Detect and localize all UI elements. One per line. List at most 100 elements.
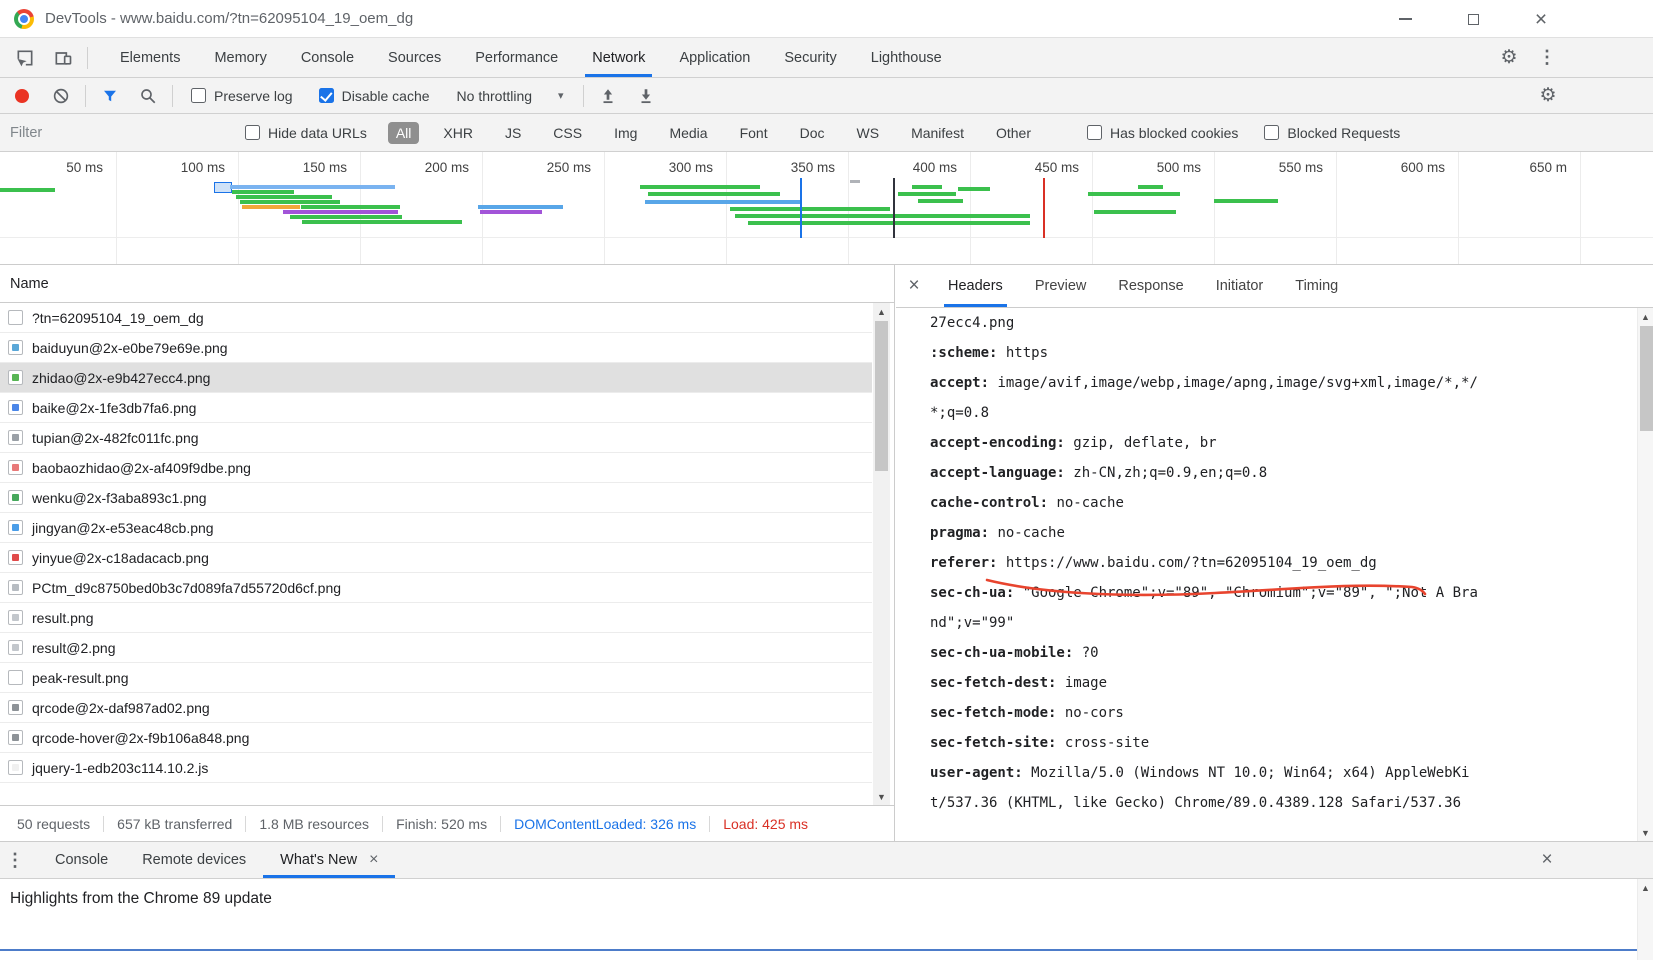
filter-type-other[interactable]: Other xyxy=(988,122,1039,144)
tab-console[interactable]: Console xyxy=(284,38,371,77)
filter-type-manifest[interactable]: Manifest xyxy=(903,122,972,144)
drawer-tab-console[interactable]: Console xyxy=(38,842,125,878)
request-row[interactable]: ?tn=62095104_19_oem_dg xyxy=(0,303,872,333)
drawer-scrollbar[interactable] xyxy=(1637,879,1653,960)
drawer-tab-remote-devices[interactable]: Remote devices xyxy=(125,842,263,878)
request-row[interactable]: peak-result.png xyxy=(0,663,872,693)
name-column-header[interactable]: Name xyxy=(0,265,894,303)
has-blocked-cookies-checkbox[interactable]: Has blocked cookies xyxy=(1087,125,1238,141)
header-name: user-agent: xyxy=(930,765,1032,781)
drawer-menu-icon[interactable] xyxy=(0,842,30,878)
inspect-cursor-icon xyxy=(17,50,33,66)
detail-tab-timing[interactable]: Timing xyxy=(1279,265,1354,307)
tab-application[interactable]: Application xyxy=(662,38,767,77)
request-row[interactable]: PCtm_d9c8750bed0b3c7d089fa7d55720d6cf.pn… xyxy=(0,573,872,603)
tab-lighthouse[interactable]: Lighthouse xyxy=(854,38,959,77)
request-row[interactable]: yinyue@2x-c18adacacb.png xyxy=(0,543,872,573)
network-settings-gear-icon[interactable] xyxy=(1533,78,1563,113)
request-row[interactable]: qrcode@2x-daf987ad02.png xyxy=(0,693,872,723)
filter-type-xhr[interactable]: XHR xyxy=(435,122,481,144)
detail-tab-initiator[interactable]: Initiator xyxy=(1200,265,1280,307)
filter-type-all[interactable]: All xyxy=(387,121,420,144)
window-minimize-button[interactable] xyxy=(1382,0,1428,38)
detail-tab-headers[interactable]: Headers xyxy=(932,265,1019,307)
close-details-button[interactable] xyxy=(900,265,928,307)
request-row[interactable]: baiduyun@2x-e0be79e69e.png xyxy=(0,333,872,363)
timeline-tick-label: 100 ms xyxy=(180,160,225,175)
drawer-tab-label: Remote devices xyxy=(142,852,247,868)
waterfall-overview[interactable]: 50 ms 100 ms 150 ms 200 ms 250 ms 300 ms 350 m… xyxy=(0,152,1653,265)
tab-sources[interactable]: Sources xyxy=(371,38,458,77)
scroll-down-icon[interactable] xyxy=(1638,824,1653,841)
request-row[interactable]: tupian@2x-482fc011fc.png xyxy=(0,423,872,453)
filter-type-font[interactable]: Font xyxy=(732,122,776,144)
scrollbar-thumb[interactable] xyxy=(875,321,888,471)
request-row[interactable]: baike@2x-1fe3db7fa6.png xyxy=(0,393,872,423)
waterfall-bar xyxy=(1214,199,1278,203)
inspect-element-button[interactable] xyxy=(11,44,39,72)
scroll-up-icon[interactable] xyxy=(1638,308,1653,325)
import-har-button[interactable] xyxy=(594,82,622,110)
filter-type-css[interactable]: CSS xyxy=(545,122,590,144)
filter-type-ws[interactable]: WS xyxy=(849,122,888,144)
throttling-select[interactable]: No throttling ▾ xyxy=(457,88,564,104)
request-row[interactable]: wenku@2x-f3aba893c1.png xyxy=(0,483,872,513)
filter-type-media[interactable]: Media xyxy=(661,122,715,144)
close-icon[interactable]: × xyxy=(369,851,378,869)
header-value: gzip, deflate, br xyxy=(1073,435,1217,451)
disable-cache-checkbox[interactable]: Disable cache xyxy=(318,88,430,104)
drawer-tab-what-s-new[interactable]: What's New × xyxy=(263,842,396,878)
drawer-tab-label: Console xyxy=(55,852,109,868)
request-name: jquery-1-edb203c114.10.2.js xyxy=(32,759,209,776)
request-row[interactable]: result.png xyxy=(0,603,872,633)
blocked-requests-checkbox[interactable]: Blocked Requests xyxy=(1264,125,1400,141)
preserve-log-checkbox[interactable]: Preserve log xyxy=(191,88,293,104)
request-name: peak-result.png xyxy=(32,669,129,686)
request-name: PCtm_d9c8750bed0b3c7d089fa7d55720d6cf.pn… xyxy=(32,579,342,596)
device-toolbar-button[interactable] xyxy=(49,44,77,72)
hide-data-urls-checkbox[interactable]: Hide data URLs xyxy=(245,125,367,141)
close-drawer-button[interactable] xyxy=(1532,842,1562,878)
detail-tab-preview[interactable]: Preview xyxy=(1019,265,1103,307)
export-har-button[interactable] xyxy=(632,82,660,110)
request-list-scrollbar[interactable] xyxy=(873,303,890,805)
settings-gear-icon[interactable] xyxy=(1494,38,1524,77)
scroll-up-icon[interactable] xyxy=(1638,879,1653,896)
scrollbar-thumb[interactable] xyxy=(1640,326,1653,431)
filter-input[interactable] xyxy=(0,124,232,141)
scroll-down-icon[interactable] xyxy=(873,788,890,805)
request-row[interactable]: zhidao@2x-e9b427ecc4.png xyxy=(0,363,872,393)
scroll-up-icon[interactable] xyxy=(873,303,890,320)
request-row[interactable]: result@2.png xyxy=(0,633,872,663)
search-button[interactable] xyxy=(134,82,162,110)
tab-security[interactable]: Security xyxy=(767,38,853,77)
filter-type-img[interactable]: Img xyxy=(606,122,645,144)
request-name: result.png xyxy=(32,609,94,626)
window-maximize-button[interactable] xyxy=(1450,0,1496,38)
overview-divider xyxy=(0,237,1653,238)
filter-type-doc[interactable]: Doc xyxy=(792,122,833,144)
request-list: ?tn=62095104_19_oem_dg baiduyun@2x-e0be79… xyxy=(0,303,872,805)
request-row[interactable]: jquery-1-edb203c114.10.2.js xyxy=(0,753,872,783)
details-scrollbar[interactable] xyxy=(1637,308,1653,841)
detail-tab-response[interactable]: Response xyxy=(1102,265,1199,307)
waterfall-bar xyxy=(918,199,963,203)
filter-toggle-button[interactable] xyxy=(96,82,124,110)
header-name: sec-ch-ua: xyxy=(930,585,1023,601)
tab-memory[interactable]: Memory xyxy=(197,38,283,77)
request-row[interactable]: qrcode-hover@2x-f9b106a848.png xyxy=(0,723,872,753)
tab-elements[interactable]: Elements xyxy=(103,38,197,77)
tab-performance[interactable]: Performance xyxy=(458,38,575,77)
import-har-icon xyxy=(603,88,613,103)
more-options-icon[interactable] xyxy=(1534,38,1560,77)
record-button[interactable] xyxy=(15,88,29,103)
header-name: referer: xyxy=(930,555,1006,571)
window-close-button[interactable] xyxy=(1518,0,1564,38)
request-row[interactable]: jingyan@2x-e53eac48cb.png xyxy=(0,513,872,543)
tab-network[interactable]: Network xyxy=(575,38,662,77)
waterfall-bar xyxy=(236,195,332,199)
clear-network-log-button[interactable] xyxy=(47,82,75,110)
status-bar: 50 requests 657 kB transferred 1.8 MB reso… xyxy=(0,805,894,841)
filter-type-js[interactable]: JS xyxy=(497,122,529,144)
request-row[interactable]: baobaozhidao@2x-af409f9dbe.png xyxy=(0,453,872,483)
